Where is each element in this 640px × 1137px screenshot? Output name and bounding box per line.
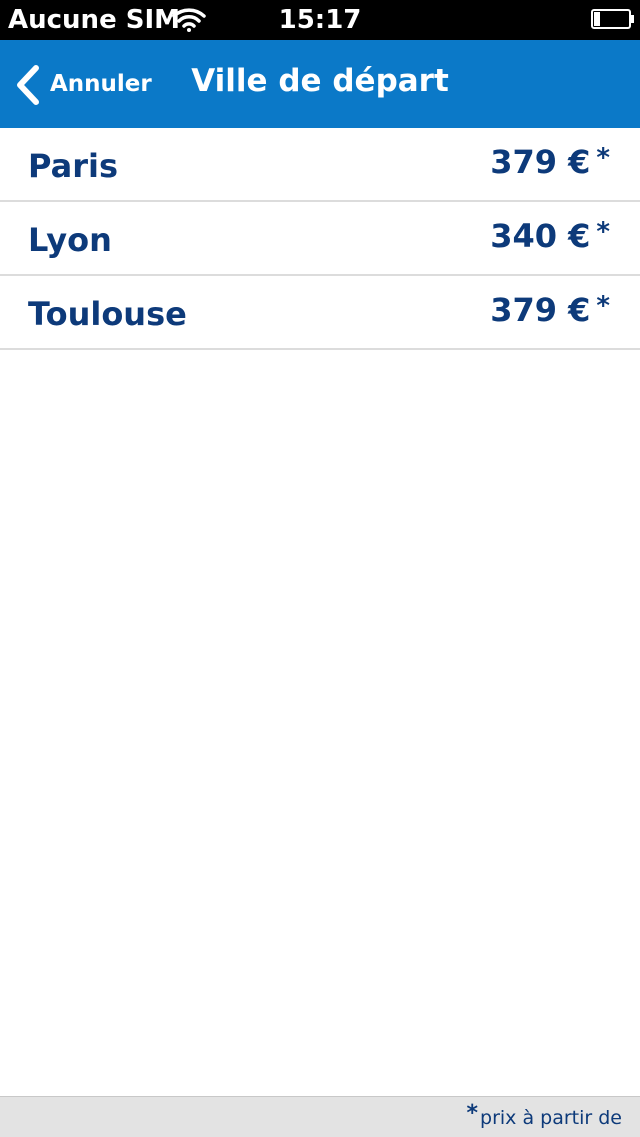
page-title: Ville de départ: [191, 63, 449, 99]
list-item-lyon[interactable]: Lyon 340 € *: [0, 202, 640, 276]
footnote-asterisk: *: [466, 1101, 479, 1126]
city-price: 379 € *: [490, 142, 610, 182]
city-price: 379 € *: [490, 290, 610, 330]
price-value: 379 €: [490, 143, 591, 181]
list-item-paris[interactable]: Paris 379 € *: [0, 128, 640, 202]
price-value: 340 €: [490, 217, 591, 255]
price-value: 379 €: [490, 291, 591, 329]
city-name: Paris: [28, 147, 118, 185]
price-footnote: * prix à partir de: [467, 1101, 622, 1131]
city-price: 340 € *: [490, 216, 610, 256]
battery-low-icon: [591, 9, 634, 29]
price-asterisk: *: [596, 217, 610, 247]
status-bar: Aucune SIM 15:17: [0, 0, 640, 40]
navigation-bar: Annuler Ville de départ: [0, 40, 640, 128]
status-time: 15:17: [278, 5, 362, 35]
footnote-text: prix à partir de: [480, 1107, 622, 1129]
departure-city-list: Paris 379 € * Lyon 340 € * Toulouse 379 € *: [0, 128, 640, 350]
price-asterisk: *: [596, 291, 610, 321]
list-item-toulouse[interactable]: Toulouse 379 € *: [0, 276, 640, 350]
price-asterisk: *: [596, 143, 610, 173]
footer: * prix à partir de: [0, 1096, 640, 1137]
city-name: Toulouse: [28, 295, 187, 333]
city-name: Lyon: [28, 221, 112, 259]
